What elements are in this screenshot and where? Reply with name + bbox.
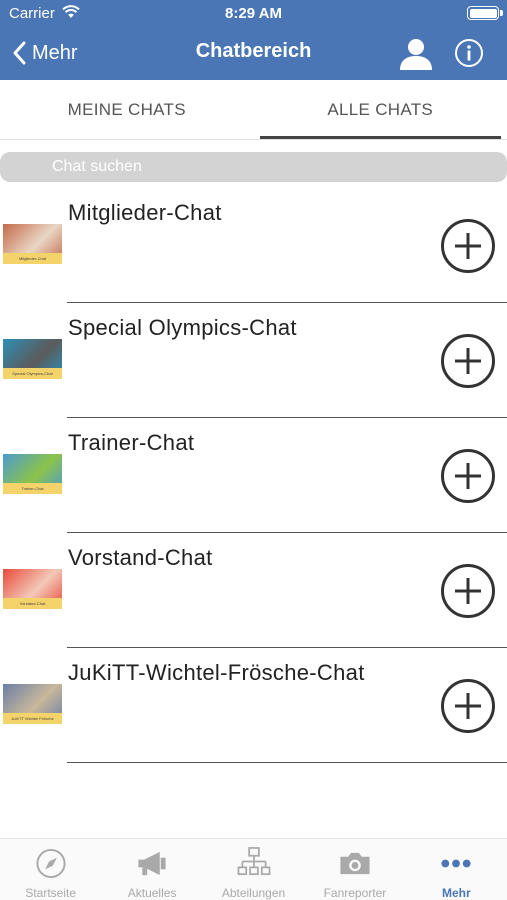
info-icon[interactable] xyxy=(454,38,484,68)
chat-name: JuKiTT-Wichtel-Frösche-Chat xyxy=(68,660,365,685)
tab-startseite[interactable]: Startseite xyxy=(0,839,101,900)
list-item[interactable]: JuKiTT Wichtel Frösche JuKiTT-Wichtel-Fr… xyxy=(0,648,507,763)
status-bar: Carrier 8:29 AM xyxy=(0,0,507,28)
chat-thumbnail: Mitglieder-Chat xyxy=(3,224,62,264)
megaphone-icon xyxy=(138,851,166,876)
tab-label: Fanreporter xyxy=(323,886,387,900)
back-button[interactable]: Mehr xyxy=(12,38,78,68)
chat-list: Mitglieder-Chat Mitglieder-Chat Special … xyxy=(0,188,507,763)
top-bar: Carrier 8:29 AM Mehr Chatbereich xyxy=(0,0,507,80)
chat-thumbnail: JuKiTT Wichtel Frösche xyxy=(3,684,62,724)
add-circle-icon[interactable] xyxy=(440,218,496,274)
back-label: Mehr xyxy=(32,41,78,64)
tab-label: Mehr xyxy=(441,886,471,900)
list-item[interactable]: Special Olympics-Chat Special Olympics-C… xyxy=(0,303,507,418)
search-input[interactable] xyxy=(0,152,507,182)
add-circle-icon[interactable] xyxy=(440,448,496,504)
compass-icon xyxy=(36,848,66,879)
add-circle-icon[interactable] xyxy=(440,563,496,619)
thumbnail-caption: JuKiTT Wichtel Frösche xyxy=(3,713,62,724)
list-item[interactable]: Vorstand-Chat Vorstand-Chat xyxy=(0,533,507,648)
clock: 8:29 AM xyxy=(225,5,282,22)
thumbnail-caption: Mitglieder-Chat xyxy=(3,253,62,264)
bottom-tab-bar: Startseite Aktuelles Abteilungen Fanrepo… xyxy=(0,838,507,900)
battery-icon xyxy=(467,6,503,20)
tab-alle-chats[interactable]: ALLE CHATS xyxy=(254,80,507,139)
chat-name: Trainer-Chat xyxy=(68,430,195,455)
add-circle-icon[interactable] xyxy=(440,678,496,734)
chat-thumbnail: Vorstand-Chat xyxy=(3,569,62,609)
chat-thumbnail: Special Olympics-Chat xyxy=(3,339,62,379)
chat-tabs: MEINE CHATS ALLE CHATS xyxy=(0,80,507,140)
tab-label: Startseite xyxy=(25,886,77,900)
tab-aktuelles[interactable]: Aktuelles xyxy=(101,839,202,900)
org-chart-icon xyxy=(237,847,270,876)
tab-meine-chats[interactable]: MEINE CHATS xyxy=(0,80,254,139)
chevron-left-icon xyxy=(13,41,26,65)
navigation-bar: Mehr Chatbereich xyxy=(0,28,507,80)
add-circle-icon[interactable] xyxy=(440,333,496,389)
more-dots-icon xyxy=(441,859,471,868)
profile-icon[interactable] xyxy=(398,36,434,72)
thumbnail-caption: Trainer-Chat xyxy=(3,483,62,494)
chat-name: Special Olympics-Chat xyxy=(68,315,297,340)
chat-name: Vorstand-Chat xyxy=(68,545,213,570)
thumbnail-caption: Special Olympics-Chat xyxy=(3,368,62,379)
row-divider xyxy=(67,761,507,763)
tab-abteilungen[interactable]: Abteilungen xyxy=(203,839,304,900)
chat-name: Mitglieder-Chat xyxy=(68,200,222,225)
list-item[interactable]: Trainer-Chat Trainer-Chat xyxy=(0,418,507,533)
tab-mehr[interactable]: Mehr xyxy=(406,839,507,900)
tab-label: Abteilungen xyxy=(221,886,286,900)
list-item[interactable]: Mitglieder-Chat Mitglieder-Chat xyxy=(0,188,507,303)
tab-label: Aktuelles xyxy=(127,886,177,900)
chat-thumbnail: Trainer-Chat xyxy=(3,454,62,494)
tab-fanreporter[interactable]: Fanreporter xyxy=(304,839,405,900)
camera-icon xyxy=(340,852,370,875)
thumbnail-caption: Vorstand-Chat xyxy=(3,598,62,609)
